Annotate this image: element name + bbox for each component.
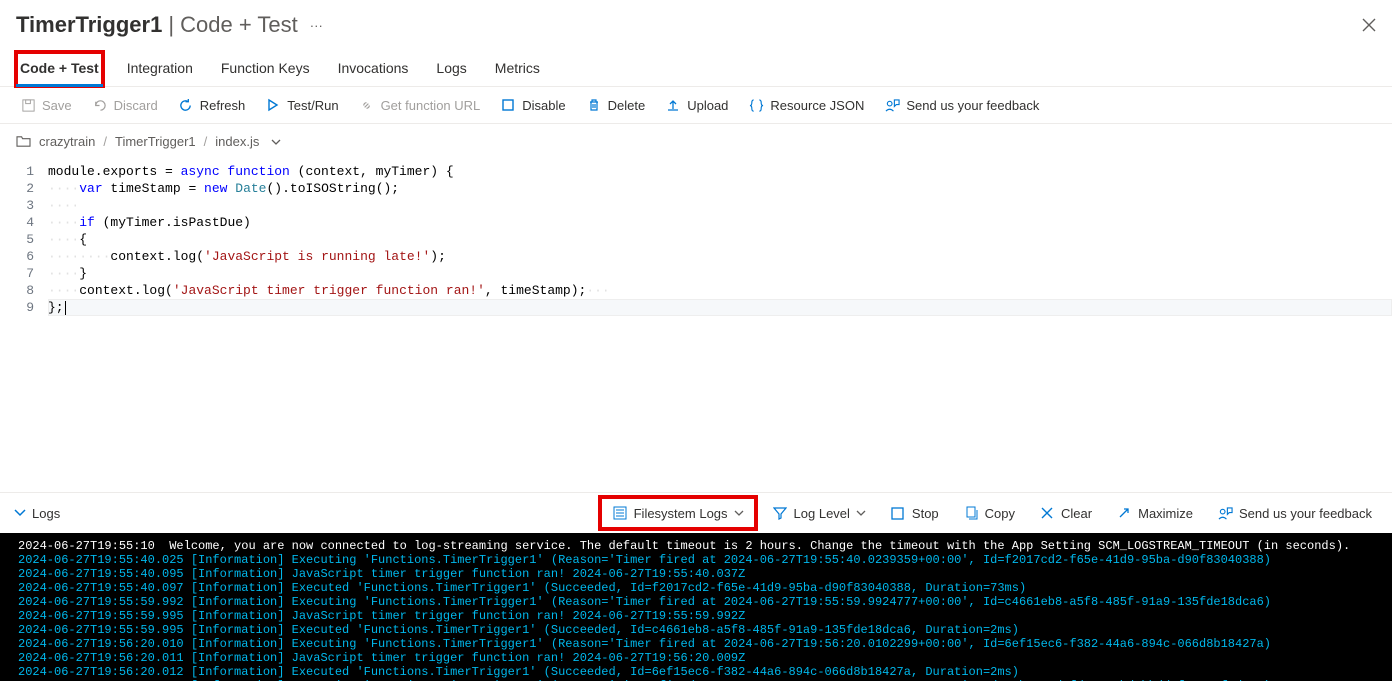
copy-button[interactable]: Copy bbox=[957, 501, 1021, 525]
tab-metrics[interactable]: Metrics bbox=[491, 52, 544, 86]
line-gutter: 123456789 bbox=[0, 159, 48, 492]
save-label: Save bbox=[42, 98, 72, 113]
tab-code[interactable]: Code + Test bbox=[16, 52, 103, 86]
stop-label: Stop bbox=[912, 506, 939, 521]
chevron-down-icon[interactable] bbox=[271, 139, 281, 145]
chevron-down-icon bbox=[734, 510, 744, 516]
refresh-icon bbox=[178, 97, 194, 113]
page-header: TimerTrigger1 | Code + Test ··· bbox=[0, 0, 1392, 42]
logs-feedback-button[interactable]: Send us your feedback bbox=[1211, 501, 1378, 525]
tabs-bar: Code + Test Integration Function Keys Invoc… bbox=[0, 42, 1392, 87]
get-url-button[interactable]: Get function URL bbox=[351, 93, 489, 117]
log-level-dropdown[interactable]: Log Level bbox=[766, 501, 872, 525]
logs-header: Logs Filesystem Logs Log Level Stop Copy… bbox=[0, 492, 1392, 533]
folder-icon bbox=[16, 135, 31, 148]
json-label: Resource JSON bbox=[770, 98, 864, 113]
filter-icon bbox=[772, 505, 788, 521]
braces-icon bbox=[748, 97, 764, 113]
page-title: TimerTrigger1 bbox=[16, 12, 162, 38]
clear-icon bbox=[1039, 505, 1055, 521]
logs-toggle[interactable]: Logs bbox=[14, 506, 60, 521]
geturl-label: Get function URL bbox=[381, 98, 481, 113]
bc-app[interactable]: crazytrain bbox=[39, 134, 95, 149]
max-label: Maximize bbox=[1138, 506, 1193, 521]
log-console[interactable]: 2024-06-27T19:55:10 Welcome, you are now… bbox=[0, 533, 1392, 681]
save-icon bbox=[20, 97, 36, 113]
person-feedback-icon bbox=[884, 97, 900, 113]
stop-icon bbox=[890, 505, 906, 521]
fslogs-label: Filesystem Logs bbox=[634, 506, 728, 521]
save-button[interactable]: Save bbox=[12, 93, 80, 117]
resource-json-button[interactable]: Resource JSON bbox=[740, 93, 872, 117]
discard-button[interactable]: Discard bbox=[84, 93, 166, 117]
disable-button[interactable]: Disable bbox=[492, 93, 573, 117]
copy-label: Copy bbox=[985, 506, 1015, 521]
delete-button[interactable]: Delete bbox=[578, 93, 654, 117]
close-icon[interactable] bbox=[1362, 18, 1376, 32]
bc-file[interactable]: index.js bbox=[215, 134, 259, 149]
stop-button[interactable]: Stop bbox=[884, 501, 945, 525]
breadcrumb: crazytrain / TimerTrigger1 / index.js bbox=[0, 124, 1392, 159]
discard-label: Discard bbox=[114, 98, 158, 113]
tab-inv[interactable]: Invocations bbox=[334, 52, 413, 86]
feedback-button[interactable]: Send us your feedback bbox=[876, 93, 1047, 117]
tab-integration[interactable]: Integration bbox=[123, 52, 197, 86]
undo-icon bbox=[92, 97, 108, 113]
clear-label: Clear bbox=[1061, 506, 1092, 521]
refresh-button[interactable]: Refresh bbox=[170, 93, 254, 117]
trash-icon bbox=[586, 97, 602, 113]
play-icon bbox=[265, 97, 281, 113]
chevron-down-icon bbox=[856, 510, 866, 516]
chevron-down-icon bbox=[14, 509, 26, 517]
code-editor[interactable]: 123456789 module.exports = async functio… bbox=[0, 159, 1392, 492]
delete-label: Delete bbox=[608, 98, 646, 113]
maximize-icon bbox=[1116, 505, 1132, 521]
clear-button[interactable]: Clear bbox=[1033, 501, 1098, 525]
bc-func[interactable]: TimerTrigger1 bbox=[115, 134, 196, 149]
tab-logs[interactable]: Logs bbox=[432, 52, 470, 86]
copy-icon bbox=[963, 505, 979, 521]
test-label: Test/Run bbox=[287, 98, 338, 113]
page-subtitle: | Code + Test bbox=[168, 12, 297, 38]
logs-feedback-label: Send us your feedback bbox=[1239, 506, 1372, 521]
refresh-label: Refresh bbox=[200, 98, 246, 113]
test-run-button[interactable]: Test/Run bbox=[257, 93, 346, 117]
disable-label: Disable bbox=[522, 98, 565, 113]
stop-icon bbox=[500, 97, 516, 113]
feedback-label: Send us your feedback bbox=[906, 98, 1039, 113]
upload-label: Upload bbox=[687, 98, 728, 113]
list-icon bbox=[612, 505, 628, 521]
upload-button[interactable]: Upload bbox=[657, 93, 736, 117]
person-feedback-icon bbox=[1217, 505, 1233, 521]
code-content[interactable]: module.exports = async function (context… bbox=[48, 159, 1392, 492]
link-icon bbox=[359, 97, 375, 113]
more-icon[interactable]: ··· bbox=[310, 18, 323, 33]
level-label: Log Level bbox=[794, 506, 850, 521]
upload-icon bbox=[665, 97, 681, 113]
tab-keys[interactable]: Function Keys bbox=[217, 52, 314, 86]
maximize-button[interactable]: Maximize bbox=[1110, 501, 1199, 525]
filesystem-logs-dropdown[interactable]: Filesystem Logs bbox=[602, 499, 754, 527]
logs-title: Logs bbox=[32, 506, 60, 521]
toolbar: Save Discard Refresh Test/Run Get functi… bbox=[0, 87, 1392, 124]
